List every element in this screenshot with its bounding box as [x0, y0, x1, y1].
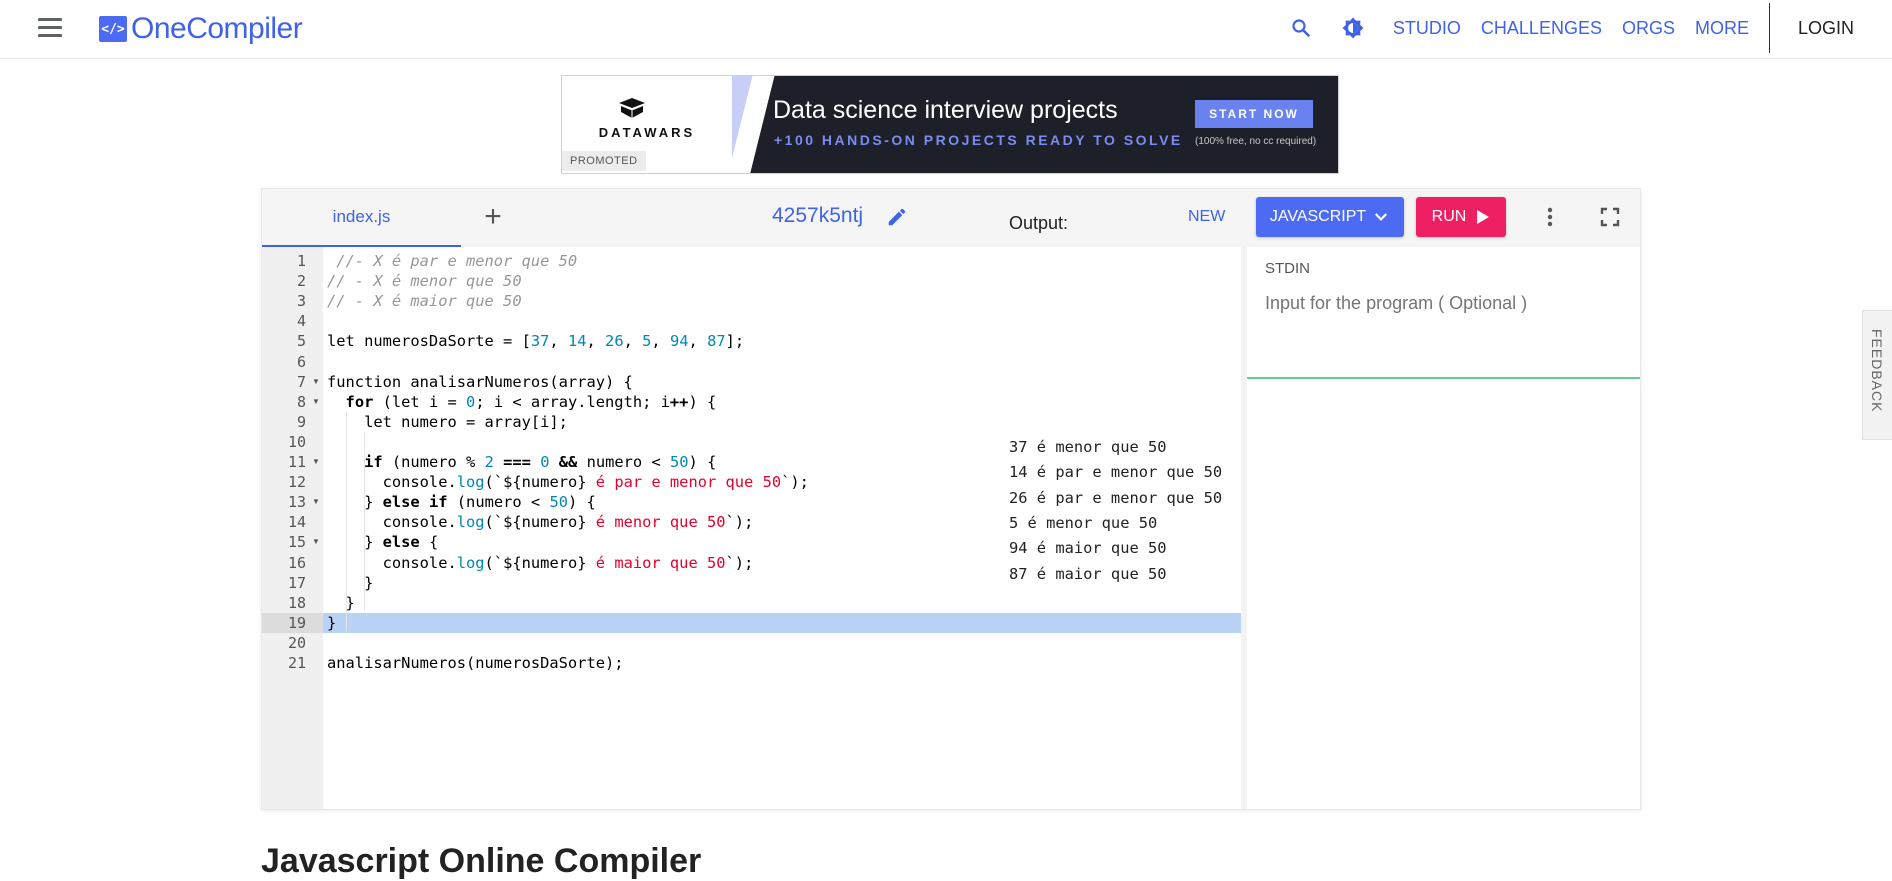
code-line: console.log(`${numero} é maior que 50`);: [327, 553, 754, 572]
ad-note: (100% free, no cc required): [1195, 136, 1317, 147]
code-line: // - X é maior que 50: [327, 292, 522, 311]
line-number: 12: [287, 473, 306, 492]
line-number: 13: [287, 493, 306, 512]
fold-arrow-icon[interactable]: ▼: [312, 377, 320, 387]
login-button[interactable]: LOGIN: [1798, 18, 1854, 39]
code-line: // - X é menor que 50: [327, 272, 522, 291]
code-line: }: [327, 593, 355, 612]
nav-orgs[interactable]: ORGS: [1622, 18, 1675, 39]
output-line: 26 é par e menor que 50: [1009, 488, 1223, 507]
code-name[interactable]: 4257k5ntj: [772, 204, 863, 228]
run-label: RUN: [1431, 208, 1467, 225]
language-select[interactable]: JAVASCRIPT: [1256, 197, 1404, 237]
code-line: function analisarNumeros(array) {: [327, 372, 633, 391]
search-icon[interactable]: [1289, 16, 1313, 40]
fold-arrow-icon[interactable]: ▼: [312, 397, 320, 407]
language-label: JAVASCRIPT: [1269, 208, 1367, 225]
line-number: 10: [287, 432, 306, 451]
line-number: 2: [296, 272, 306, 291]
stdin-input[interactable]: [1265, 290, 1625, 316]
feedback-label: FEEDBACK: [1869, 329, 1885, 413]
line-gutter: 1 2 3 4 5 6 7 ▼ 8 ▼ 9 10 11 ▼ 12 13 ▼ 14 15 ▼ 16 17 18 19 20 21: [262, 247, 323, 809]
code-line: if (numero % 2 === 0 && numero < 50) {: [364, 453, 717, 471]
output-label: Output:: [1009, 213, 1069, 233]
new-button[interactable]: NEW: [1188, 208, 1225, 226]
active-line-highlight: [323, 612, 1241, 633]
line-number: 20: [287, 633, 306, 652]
line-number: 11: [287, 453, 306, 471]
nav-more[interactable]: MORE: [1695, 18, 1749, 39]
output-line: 94 é maior que 50: [1009, 539, 1167, 558]
stdin-label: STDIN: [1265, 260, 1310, 277]
nav-studio[interactable]: STUDIO: [1393, 18, 1461, 39]
line-number: 17: [287, 573, 306, 592]
indent-guide: [345, 411, 347, 631]
top-nav: </> OneCompiler STUDIO CHALLENGES ORGS M…: [0, 0, 1892, 59]
pencil-icon[interactable]: [886, 206, 908, 228]
code-line: //- X é par e menor que 50: [327, 252, 578, 270]
output-line: 14 é par e menor que 50: [1009, 463, 1223, 482]
stdin-panel: STDIN: [1247, 247, 1640, 379]
output-line: 5 é menor que 50: [1009, 513, 1158, 532]
nav-challenges[interactable]: CHALLENGES: [1481, 18, 1602, 39]
line-number: 3: [296, 292, 306, 311]
fold-arrow-icon[interactable]: ▼: [312, 457, 320, 467]
fold-arrow-icon[interactable]: ▼: [312, 497, 320, 507]
fullscreen-icon[interactable]: [1598, 205, 1622, 229]
code-line: for (let i = 0; i < array.length; i++) {: [345, 392, 717, 411]
line-number: 7: [296, 372, 306, 391]
ad-subtitle: +100 HANDS-ON PROJECTS READY TO SOLVE: [774, 132, 1183, 148]
line-number: 4: [296, 312, 306, 331]
datawars-logo-icon: [619, 98, 645, 118]
line-number: 21: [287, 654, 306, 672]
page-heading: Javascript Online Compiler: [261, 842, 702, 880]
line-number: 16: [287, 553, 306, 572]
line-number: 8: [296, 392, 306, 411]
play-icon: [1477, 210, 1490, 224]
ad-brand-panel: DATAWARS PROMOTED: [562, 76, 732, 173]
chevron-down-icon: [1375, 213, 1388, 221]
line-number: 6: [296, 352, 306, 371]
line-number: 1: [296, 252, 306, 270]
logo[interactable]: </> OneCompiler: [99, 12, 303, 46]
add-file-button[interactable]: +: [479, 202, 507, 232]
code-line: } else if (numero < 50) {: [327, 493, 596, 512]
code-line: analisarNumeros(numerosDaSorte);: [327, 654, 624, 672]
nav-divider: [1768, 3, 1770, 53]
output-line: 37 é menor que 50: [1009, 438, 1167, 456]
logo-mark: </>: [99, 16, 127, 42]
output-line: 87 é maior que 50: [1009, 564, 1167, 583]
line-number: 14: [287, 513, 306, 532]
code-line: console.log(`${numero} é par e menor que…: [327, 473, 809, 492]
code-line: }: [327, 573, 374, 592]
theme-toggle-icon[interactable]: [1341, 16, 1365, 40]
menu-icon[interactable]: [38, 18, 62, 38]
logo-text: OneCompiler: [131, 12, 303, 45]
code-line: console.log(`${numero} é menor que 50`);: [327, 513, 754, 532]
code-line: let numerosDaSorte = [37, 14, 26, 5, 94,…: [327, 332, 745, 351]
line-number: 5: [296, 332, 306, 351]
code-line: }: [327, 613, 337, 632]
indent-guide: [364, 431, 366, 611]
ad-brand: DATAWARS: [598, 125, 696, 140]
line-number: 15: [287, 533, 306, 552]
tab-index-js[interactable]: index.js: [262, 189, 461, 247]
line-number: 9: [296, 412, 306, 431]
ad-start-button[interactable]: START NOW: [1195, 100, 1313, 128]
line-number: 19: [287, 613, 306, 632]
editor-toolbar: index.js + 4257k5ntj NEW JAVASCRIPT RUN: [262, 189, 1640, 247]
editor-container: index.js + 4257k5ntj NEW JAVASCRIPT RUN …: [261, 188, 1641, 810]
code-line: let numero = array[i];: [327, 412, 568, 431]
code-line: } else {: [327, 533, 439, 552]
more-vert-icon[interactable]: [1538, 205, 1562, 229]
line-number: 18: [287, 593, 306, 612]
run-button[interactable]: RUN: [1416, 197, 1506, 237]
feedback-tab[interactable]: FEEDBACK: [1862, 310, 1892, 440]
ad-banner[interactable]: DATAWARS PROMOTED Data science interview…: [561, 75, 1339, 174]
ad-title: Data science interview projects: [773, 96, 1118, 124]
nav-right: STUDIO CHALLENGES ORGS MORE LOGIN: [1289, 0, 1892, 56]
ad-promoted-label: PROMOTED: [562, 151, 646, 171]
fold-arrow-icon[interactable]: ▼: [312, 537, 320, 547]
